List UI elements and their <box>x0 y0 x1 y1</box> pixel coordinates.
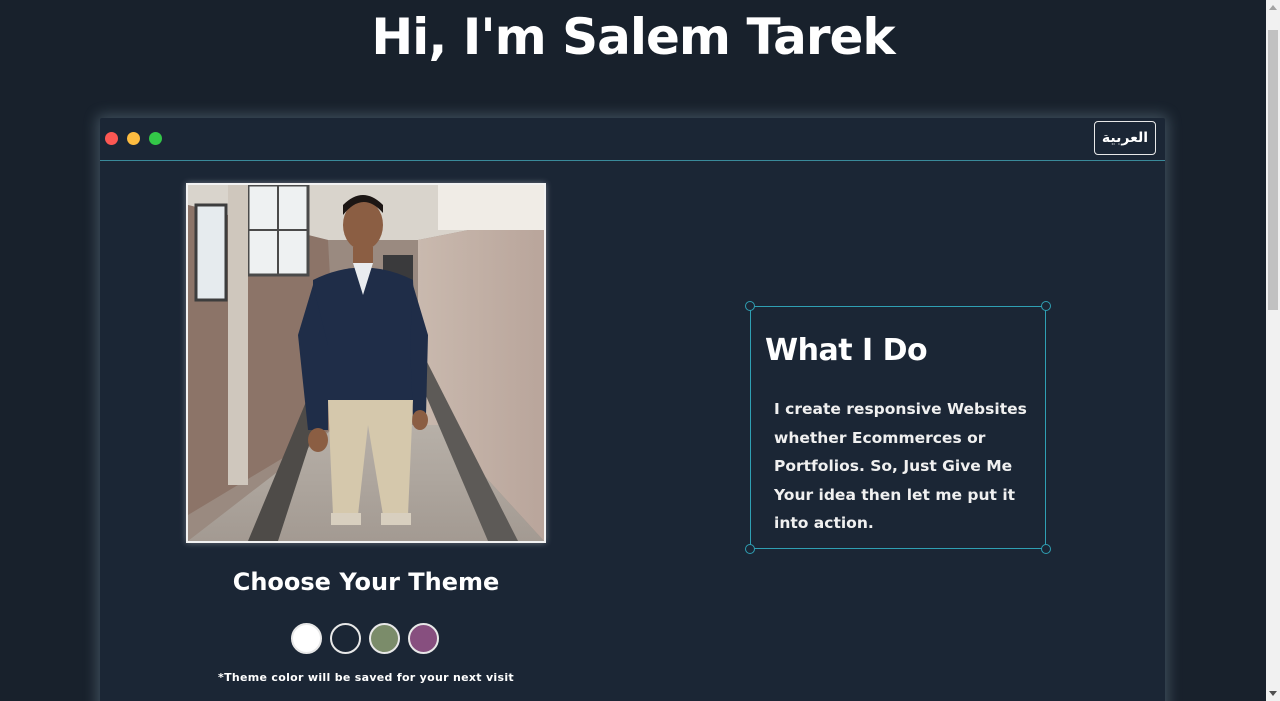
minimize-dot-icon <box>127 132 140 145</box>
theme-swatch-light[interactable] <box>291 623 322 654</box>
theme-title: Choose Your Theme <box>232 568 500 596</box>
theme-swatch-purple[interactable] <box>408 623 439 654</box>
scroll-thumb[interactable] <box>1268 30 1278 310</box>
close-dot-icon <box>105 132 118 145</box>
what-i-do-text: I create responsive Websites whether Eco… <box>774 400 1027 532</box>
page: Hi, I'm Salem Tarek العربية Choose Your … <box>0 0 1280 701</box>
scroll-up-icon[interactable] <box>1269 5 1277 10</box>
what-i-do-card: What I Do I create responsive Websites w… <box>745 301 1051 554</box>
scroll-down-icon[interactable] <box>1269 691 1277 696</box>
window-title-bar: العربية <box>100 118 1165 161</box>
theme-swatches <box>291 623 451 655</box>
corner-handle-icon <box>1041 301 1051 311</box>
page-scrollbar[interactable] <box>1266 0 1280 701</box>
language-toggle-button[interactable]: العربية <box>1094 121 1156 155</box>
theme-swatch-green[interactable] <box>369 623 400 654</box>
page-title: Hi, I'm Salem Tarek <box>371 8 895 66</box>
corner-handle-icon <box>745 544 755 554</box>
what-i-do-title: What I Do <box>765 333 928 368</box>
window-frame: العربية Choose Your Theme *Theme color w… <box>100 118 1165 701</box>
corner-handle-icon <box>745 301 755 311</box>
maximize-dot-icon <box>149 132 162 145</box>
theme-swatch-dark[interactable] <box>330 623 361 654</box>
theme-note: *Theme color will be saved for your next… <box>218 671 514 684</box>
corner-handle-icon <box>1041 544 1051 554</box>
profile-photo-illustration <box>188 185 544 541</box>
profile-photo <box>186 183 546 543</box>
